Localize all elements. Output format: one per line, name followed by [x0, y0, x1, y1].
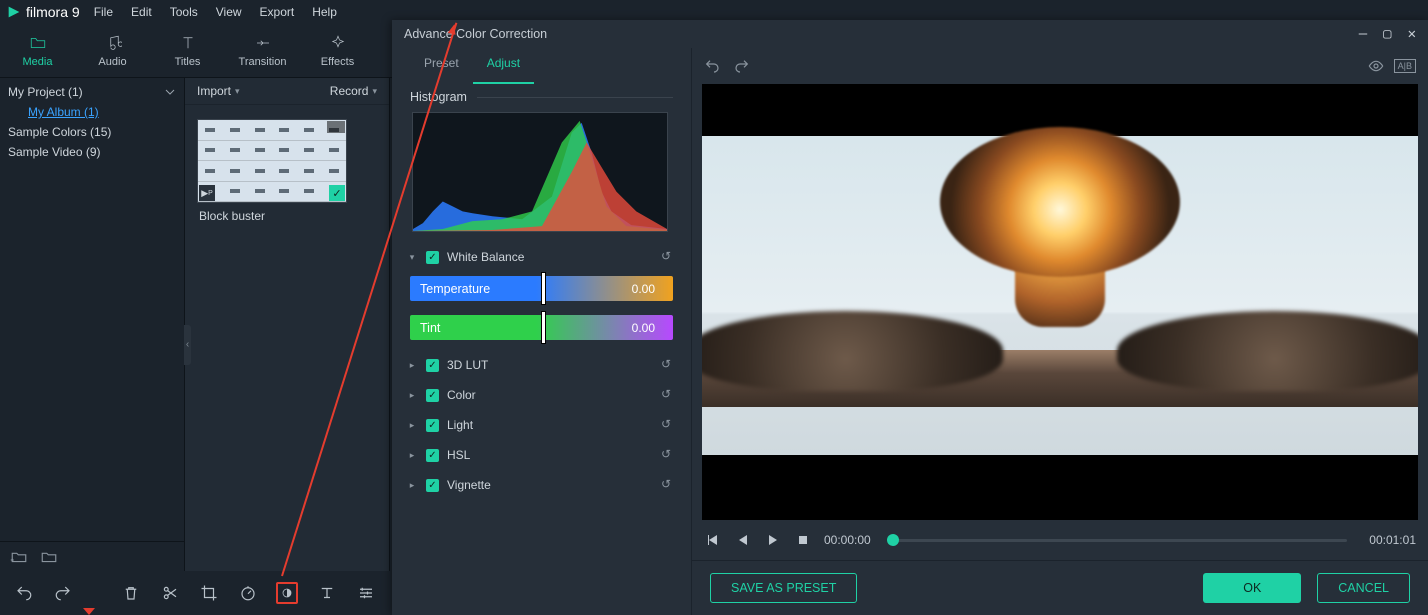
redo-icon[interactable] — [734, 58, 750, 74]
import-dropdown[interactable]: Import — [197, 84, 240, 98]
redo-button[interactable] — [53, 582, 74, 604]
color-correction-dialog: Advance Color Correction — ▢ ✕ Preset Ad… — [392, 20, 1428, 615]
histogram-label: Histogram — [410, 90, 467, 104]
checkbox[interactable]: ✓ — [426, 419, 439, 432]
reset-icon[interactable]: ↺ — [661, 387, 677, 403]
menu-export[interactable]: Export — [260, 5, 295, 19]
chevron-right-icon[interactable]: ▸ — [406, 420, 418, 431]
reset-icon[interactable]: ↺ — [661, 447, 677, 463]
tint-value: 0.00 — [632, 321, 655, 335]
reset-icon[interactable]: ↺ — [661, 477, 677, 493]
project-sidebar: My Project (1) My Album (1) Sample Color… — [0, 78, 185, 571]
maximize-button[interactable]: ▢ — [1383, 26, 1391, 42]
chevron-down-icon — [164, 86, 176, 98]
prev-frame-button[interactable] — [704, 531, 722, 549]
tool-transition[interactable]: Transition — [225, 24, 300, 77]
color-correction-button[interactable] — [276, 582, 298, 604]
new-folder-icon[interactable] — [10, 548, 28, 566]
slider-handle[interactable] — [542, 273, 545, 304]
play-button[interactable] — [764, 531, 782, 549]
chevron-right-icon[interactable]: ▸ — [406, 480, 418, 491]
sidebar-collapse[interactable] — [184, 325, 191, 365]
step-back-button[interactable] — [734, 531, 752, 549]
main-menu: File Edit Tools View Export Help — [94, 5, 337, 19]
tint-slider[interactable]: Tint 0.00 — [410, 315, 673, 340]
temperature-slider[interactable]: Temperature 0.00 — [410, 276, 673, 301]
dialog-title: Advance Color Correction — [404, 27, 547, 41]
histogram — [412, 112, 668, 232]
scrub-bar[interactable] — [893, 539, 1348, 542]
menu-file[interactable]: File — [94, 5, 113, 19]
undo-icon[interactable] — [704, 58, 720, 74]
tool-titles[interactable]: Titles — [150, 24, 225, 77]
preview-viewport — [702, 84, 1418, 520]
temperature-label: Temperature — [420, 282, 490, 296]
check-icon: ✓ — [329, 185, 345, 201]
app-logo: filmora 9 — [6, 4, 80, 20]
media-thumb[interactable]: ▶P ✓ Block buster — [197, 119, 347, 229]
group-color[interactable]: Color — [447, 388, 653, 402]
close-button[interactable]: ✕ — [1408, 26, 1416, 42]
tab-adjust[interactable]: Adjust — [473, 48, 534, 84]
group-white-balance: White Balance — [447, 250, 653, 264]
reset-icon[interactable]: ↺ — [661, 249, 677, 265]
cancel-button[interactable]: CANCEL — [1317, 573, 1410, 603]
checkbox[interactable]: ✓ — [426, 479, 439, 492]
checkbox[interactable]: ✓ — [426, 359, 439, 372]
chevron-right-icon[interactable]: ▸ — [406, 450, 418, 461]
checkbox-wb[interactable]: ✓ — [426, 251, 439, 264]
tool-effects[interactable]: Effects — [300, 24, 375, 77]
play-icon: ▶P — [199, 185, 215, 201]
minimize-button[interactable]: — — [1359, 26, 1367, 42]
sidebar-item[interactable]: Sample Colors (15) — [0, 122, 184, 142]
group-hsl[interactable]: HSL — [447, 448, 653, 462]
reset-icon[interactable]: ↺ — [661, 357, 677, 373]
sidebar-album[interactable]: My Album (1) — [0, 102, 184, 122]
tool-audio[interactable]: Audio — [75, 24, 150, 77]
checkbox[interactable]: ✓ — [426, 389, 439, 402]
ok-button[interactable]: OK — [1203, 573, 1301, 603]
temperature-value: 0.00 — [632, 282, 655, 296]
chevron-right-icon[interactable]: ▸ — [406, 360, 418, 371]
speed-button[interactable] — [238, 582, 259, 604]
compare-ab-button[interactable]: A|B — [1394, 59, 1416, 73]
slider-handle[interactable] — [542, 312, 545, 343]
sidebar-item[interactable]: Sample Video (9) — [0, 142, 184, 162]
thumb-label: Block buster — [197, 203, 347, 229]
tool-media[interactable]: Media — [0, 24, 75, 77]
group-3dlut[interactable]: 3D LUT — [447, 358, 653, 372]
delete-button[interactable] — [121, 582, 142, 604]
chevron-down-icon[interactable]: ▾ — [406, 252, 418, 263]
current-time: 00:00:00 — [824, 533, 871, 547]
crop-button[interactable] — [199, 582, 220, 604]
timeline-playhead[interactable] — [83, 608, 95, 615]
sidebar-project[interactable]: My Project (1) — [0, 82, 184, 102]
folder-icon[interactable] — [40, 548, 58, 566]
total-time: 00:01:01 — [1369, 533, 1416, 547]
stop-button[interactable] — [794, 531, 812, 549]
menu-view[interactable]: View — [216, 5, 242, 19]
menu-tools[interactable]: Tools — [170, 5, 198, 19]
tint-label: Tint — [420, 321, 440, 335]
menu-help[interactable]: Help — [312, 5, 337, 19]
settings-button[interactable] — [355, 582, 376, 604]
timeline-toolbar — [0, 571, 390, 615]
menu-edit[interactable]: Edit — [131, 5, 152, 19]
text-button[interactable] — [316, 582, 337, 604]
group-vignette[interactable]: Vignette — [447, 478, 653, 492]
save-preset-button[interactable]: SAVE AS PRESET — [710, 573, 857, 603]
record-dropdown[interactable]: Record — [330, 84, 377, 98]
chevron-right-icon[interactable]: ▸ — [406, 390, 418, 401]
undo-button[interactable] — [14, 582, 35, 604]
folder-bar — [0, 541, 185, 571]
duration-badge — [327, 121, 345, 133]
eye-icon[interactable] — [1368, 58, 1384, 74]
checkbox[interactable]: ✓ — [426, 449, 439, 462]
reset-icon[interactable]: ↺ — [661, 417, 677, 433]
cut-button[interactable] — [160, 582, 181, 604]
group-light[interactable]: Light — [447, 418, 653, 432]
scrub-handle[interactable] — [887, 534, 899, 546]
